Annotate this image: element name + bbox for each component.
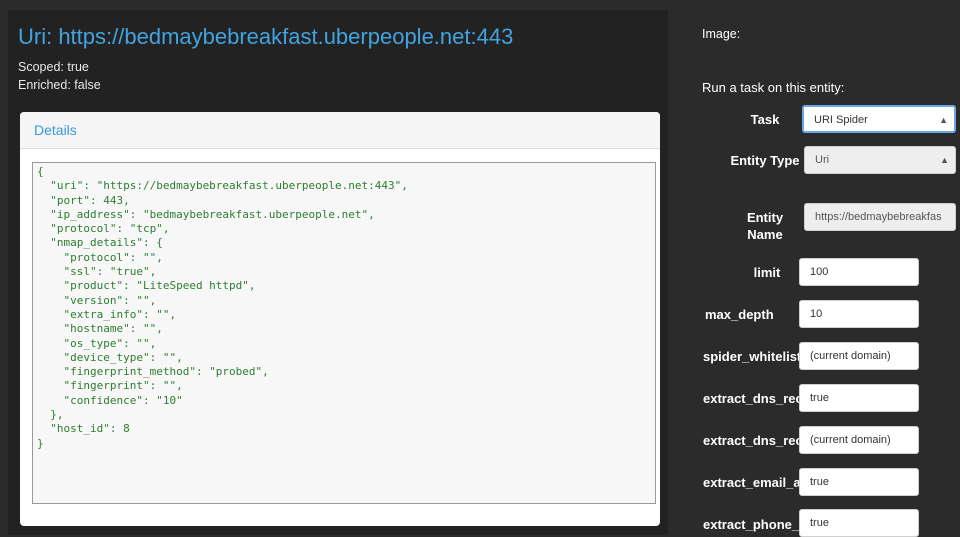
select-arrows-icon: ▲ [940, 155, 949, 165]
json-line: "confidence": "10" [37, 393, 183, 407]
option-input-limit[interactable]: 100 [799, 258, 919, 286]
json-line: { [37, 165, 44, 178]
option-input-extract-dns-record-types[interactable]: (current domain) [799, 426, 919, 454]
json-line: "nmap_details": { [37, 236, 163, 250]
json-line: "uri": "https://bedmaybebreakfast.uberpe… [37, 179, 408, 193]
option-input-extract-dns-records[interactable]: true [799, 384, 919, 412]
scoped-status: Scoped: true [18, 60, 89, 74]
json-line: "protocol": "tcp", [37, 222, 170, 236]
task-label: Task [750, 112, 780, 127]
details-heading: Details [20, 112, 660, 149]
json-line: "port": 443, [37, 193, 130, 207]
option-label-extract-phone-numbers: extract_phone_n [703, 517, 799, 532]
image-label: Image: [702, 27, 741, 41]
option-label-limit: limit [753, 265, 781, 280]
json-line: } [37, 436, 44, 450]
option-label-spider-whitelist: spider_whitelist [703, 349, 799, 364]
option-input-spider-whitelist[interactable]: (current domain) [799, 342, 919, 370]
json-line: "fingerprint": "", [37, 379, 183, 393]
json-line: "host_id": 8 [37, 422, 130, 436]
option-label-extract-email-addresses: extract_email_a [703, 475, 799, 490]
task-select-value: URI Spider [814, 114, 868, 126]
select-arrows-icon: ▲ [939, 115, 948, 125]
json-line: "ip_address": "bedmaybebreakfast.uberpeo… [37, 207, 375, 221]
details-json[interactable]: { "uri": "https://bedmaybebreakfast.uber… [32, 162, 656, 504]
json-line: "device_type": "", [37, 350, 183, 364]
json-line: "version": "", [37, 293, 157, 307]
json-line: "extra_info": "", [37, 307, 177, 321]
entity-name-label: Entity Name [746, 210, 784, 242]
option-input-max-depth[interactable]: 10 [799, 300, 919, 328]
entity-type-value: Uri [815, 154, 830, 166]
page-title: Uri: https://bedmaybebreakfast.uberpeopl… [18, 24, 514, 49]
run-task-heading: Run a task on this entity: [702, 80, 845, 95]
option-label-max-depth: max_depth [705, 307, 774, 322]
task-select[interactable]: URI Spider ▲ [802, 105, 956, 133]
entity-type-select[interactable]: Uri ▲ [804, 146, 956, 174]
option-input-extract-phone-numbers[interactable]: true [799, 509, 919, 537]
json-line: "hostname": "", [37, 322, 163, 336]
details-panel: Details { "uri": "https://bedmaybebreakf… [20, 112, 660, 526]
json-line: "ssl": "true", [37, 265, 157, 279]
option-label-extract-dns-record-types: extract_dns_rec [703, 433, 799, 448]
option-input-extract-email-addresses[interactable]: true [799, 468, 919, 496]
json-line: "protocol": "", [37, 250, 163, 264]
json-line: "fingerprint_method": "probed", [37, 365, 269, 379]
json-line: "product": "LiteSpeed httpd", [37, 279, 256, 293]
json-line: "os_type": "", [37, 336, 157, 350]
entity-type-label: Entity Type [730, 153, 800, 168]
main-content: Uri: https://bedmaybebreakfast.uberpeopl… [8, 10, 668, 535]
enriched-status: Enriched: false [18, 78, 101, 92]
json-line: }, [37, 408, 64, 422]
entity-name-input[interactable]: https://bedmaybebreakfas [804, 203, 956, 231]
option-label-extract-dns-records: extract_dns_rec [703, 391, 799, 406]
